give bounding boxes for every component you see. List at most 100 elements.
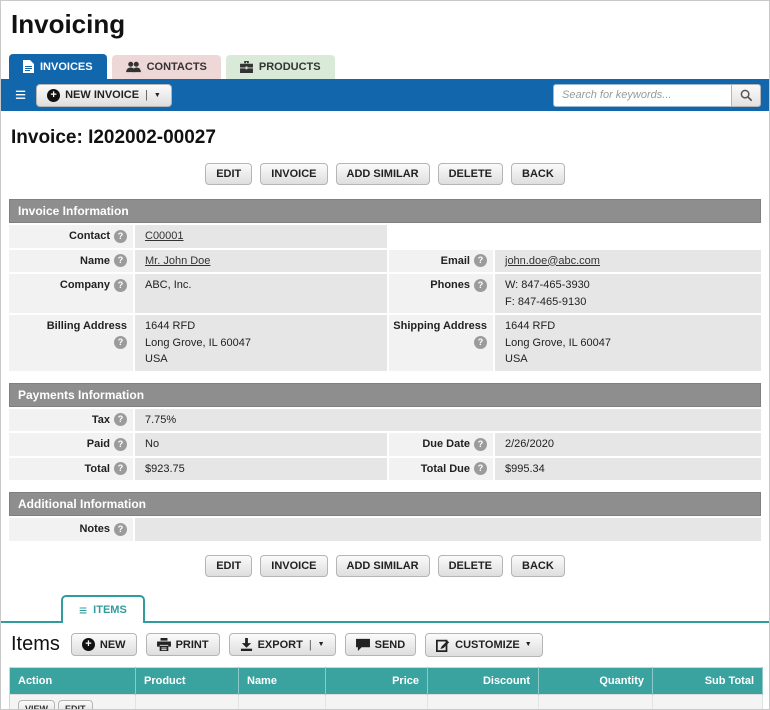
add-similar-button[interactable]: ADD SIMILAR [336, 555, 430, 577]
edit-button[interactable]: EDIT [205, 555, 252, 577]
col-sub-total: Sub Total [653, 667, 763, 694]
help-icon[interactable]: ? [114, 462, 127, 475]
phones-label: Phones? [389, 274, 493, 313]
total-label: Total? [9, 458, 133, 481]
printer-icon [157, 638, 171, 651]
help-icon[interactable]: ? [474, 336, 487, 349]
total-value: $923.75 [135, 458, 387, 481]
help-icon[interactable]: ? [114, 254, 127, 267]
main-tabs: INVOICES CONTACTS PRODUCTS [1, 40, 769, 79]
invoice-button[interactable]: INVOICE [260, 555, 327, 577]
name-link[interactable]: Mr. John Doe [145, 255, 210, 267]
help-icon[interactable]: ? [114, 523, 127, 536]
invoice-button[interactable]: INVOICE [260, 163, 327, 185]
menu-icon[interactable]: ≡ [15, 86, 26, 105]
discount-cell: 5% [428, 694, 539, 710]
tax-value: 7.75% [135, 409, 761, 432]
add-similar-button[interactable]: ADD SIMILAR [336, 163, 430, 185]
price-cell: $25.00 [326, 694, 428, 710]
col-quantity: Quantity [539, 667, 653, 694]
paid-value: No [135, 433, 387, 456]
new-invoice-button[interactable]: + NEW INVOICE | ▼ [36, 84, 172, 107]
chevron-down-icon[interactable]: ▼ [318, 641, 325, 648]
export-button[interactable]: EXPORT | ▼ [229, 633, 336, 656]
items-heading: Items [11, 633, 60, 656]
tab-invoices-label: INVOICES [40, 61, 93, 73]
back-button[interactable]: BACK [511, 555, 565, 577]
print-button[interactable]: PRINT [146, 633, 220, 656]
help-icon[interactable]: ? [114, 438, 127, 451]
send-button[interactable]: SEND [345, 633, 417, 656]
tab-invoices[interactable]: INVOICES [9, 54, 107, 79]
tab-products[interactable]: PRODUCTS [226, 55, 335, 79]
view-button[interactable]: VIEW [18, 700, 55, 710]
section-title: Payments Information [9, 383, 761, 407]
help-icon[interactable]: ? [114, 336, 127, 349]
action-button-row-bottom: EDIT INVOICE ADD SIMILAR DELETE BACK [1, 555, 769, 577]
tab-contacts[interactable]: CONTACTS [112, 55, 221, 79]
email-link[interactable]: john.doe@abc.com [505, 255, 600, 267]
table-row: VIEWEDITDEL P00004 Lamp $25.00 5% 1 $23.… [10, 694, 763, 710]
table-header-row: Action Product Name Price Discount Quant… [10, 667, 763, 694]
button-separator: | [309, 639, 312, 651]
edit-button[interactable]: EDIT [205, 163, 252, 185]
new-invoice-label: NEW INVOICE [65, 89, 139, 101]
name-label: Name? [9, 250, 133, 273]
phones-value: W: 847-465-3930 F: 847-465-9130 [495, 274, 761, 313]
help-icon[interactable]: ? [474, 279, 487, 292]
products-briefcase-icon [240, 61, 253, 73]
section-title: Invoice Information [9, 199, 761, 223]
contact-link[interactable]: C00001 [145, 230, 184, 242]
chat-bubble-icon [356, 638, 370, 651]
delete-button[interactable]: DELETE [438, 555, 503, 577]
additional-information-section: Additional Information Notes? [9, 492, 761, 541]
shipping-address-label: Shipping Address? [389, 315, 493, 371]
col-action: Action [10, 667, 136, 694]
back-button[interactable]: BACK [511, 163, 565, 185]
page-title: Invoicing [1, 1, 769, 40]
help-icon[interactable]: ? [474, 438, 487, 451]
download-icon [240, 638, 253, 651]
items-tabstrip: ≡ ITEMS [1, 593, 769, 623]
toolbar: ≡ + NEW INVOICE | ▼ [1, 79, 769, 111]
due-date-label: Due Date? [389, 433, 493, 456]
tax-label: Tax? [9, 409, 133, 432]
company-label: Company? [9, 274, 133, 313]
plus-icon: + [82, 638, 95, 651]
help-icon[interactable]: ? [114, 230, 127, 243]
col-name: Name [239, 667, 326, 694]
help-icon[interactable]: ? [114, 279, 127, 292]
delete-button[interactable]: DELETE [438, 163, 503, 185]
help-icon[interactable]: ? [114, 413, 127, 426]
company-value: ABC, Inc. [135, 274, 387, 313]
pencil-square-icon [436, 638, 450, 652]
total-due-value: $995.34 [495, 458, 761, 481]
invoice-heading: Invoice: I202002-00027 [1, 111, 769, 149]
items-toolbar: Items + NEW PRINT EXPORT | ▼ SEND CUSTOM… [1, 623, 769, 665]
help-icon[interactable]: ? [474, 462, 487, 475]
items-table: Action Product Name Price Discount Quant… [9, 667, 763, 710]
contact-label: Contact? [9, 225, 133, 248]
sub-total-cell: $23.75 [653, 694, 763, 710]
invoice-document-icon [23, 60, 34, 73]
total-due-label: Total Due? [389, 458, 493, 481]
email-value: john.doe@abc.com [495, 250, 761, 273]
billing-address-value: 1644 RFD Long Grove, IL 60047 USA [135, 315, 387, 371]
action-button-row-top: EDIT INVOICE ADD SIMILAR DELETE BACK [1, 163, 769, 185]
list-icon: ≡ [79, 603, 87, 617]
chevron-down-icon[interactable]: ▼ [154, 92, 161, 99]
notes-label: Notes? [9, 518, 133, 541]
help-icon[interactable]: ? [474, 254, 487, 267]
edit-row-button[interactable]: EDIT [58, 700, 93, 710]
new-item-button[interactable]: + NEW [71, 633, 137, 656]
search-button[interactable] [731, 84, 761, 107]
search-input[interactable] [553, 84, 731, 107]
chevron-down-icon[interactable]: ▼ [525, 641, 532, 648]
notes-value [135, 518, 761, 541]
tab-items[interactable]: ≡ ITEMS [61, 595, 145, 623]
plus-icon: + [47, 89, 60, 102]
invoicing-app: Invoicing INVOICES CONTACTS PRODUCTS ≡ +… [0, 0, 770, 710]
tab-products-label: PRODUCTS [259, 61, 321, 73]
button-separator: | [145, 89, 148, 101]
customize-button[interactable]: CUSTOMIZE ▼ [425, 633, 543, 657]
